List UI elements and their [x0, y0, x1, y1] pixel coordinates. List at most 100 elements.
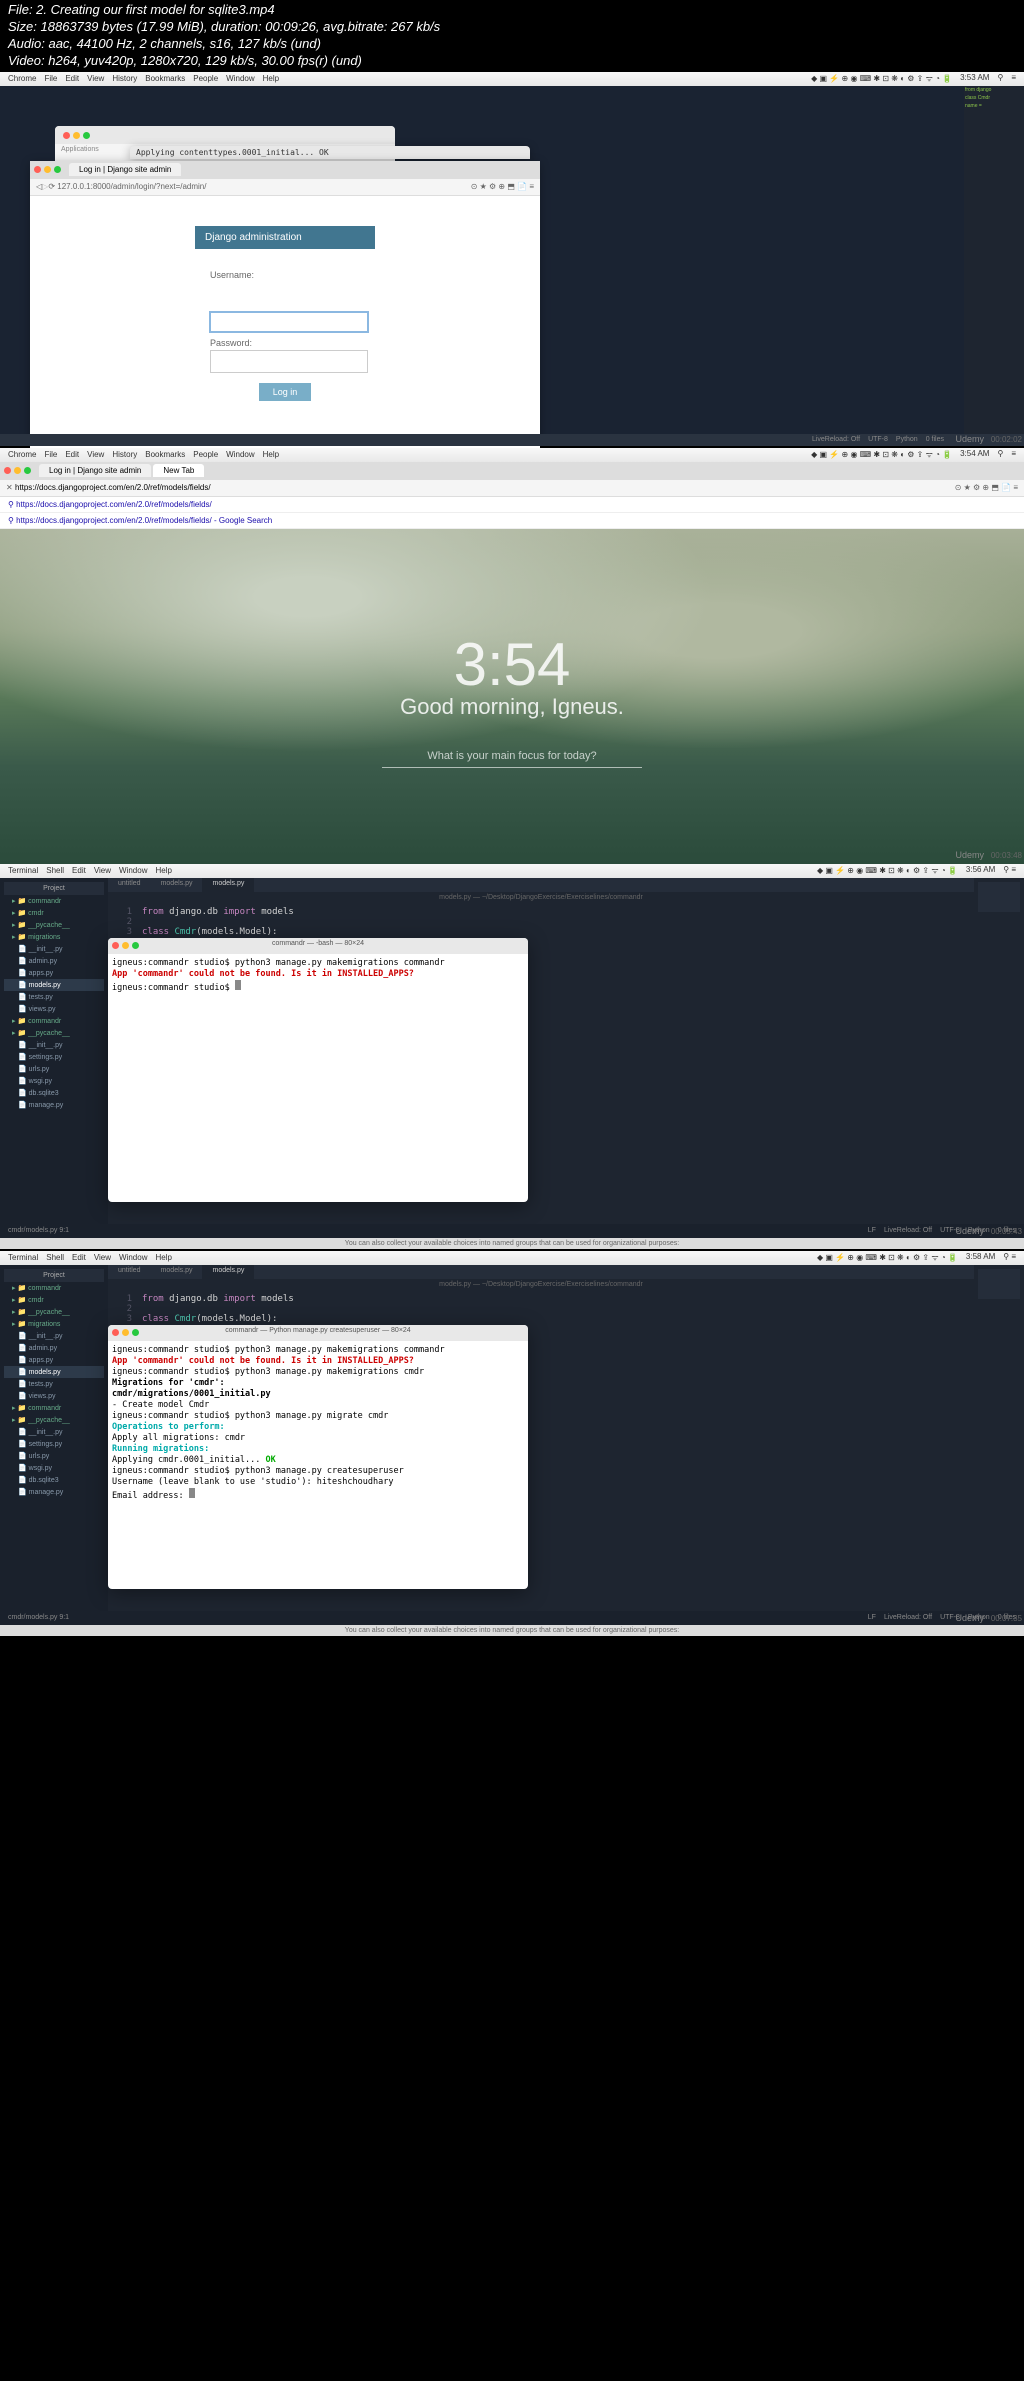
address-bar[interactable]: ◁ ▷ ⟳ 127.0.0.1:8000/admin/login/?next=/… [30, 179, 540, 196]
menu-view[interactable]: View [87, 74, 104, 83]
menu-icon[interactable]: ≡ [1011, 449, 1016, 460]
browser-window[interactable]: Log in | Django site admin ◁ ▷ ⟳ 127.0.0… [30, 161, 540, 441]
tree-item[interactable]: 📄 admin.py [4, 955, 104, 967]
tree-item[interactable]: ▸ 📁 __pycache__ [4, 1414, 104, 1426]
tree-item[interactable]: ▸ 📁 commandr [4, 1015, 104, 1027]
tree-item[interactable]: 📄 models.py [4, 1366, 104, 1378]
menu-window[interactable]: Window [119, 866, 147, 875]
editor-tab[interactable]: models.py [202, 1265, 254, 1279]
menu-chrome[interactable]: Chrome [8, 74, 36, 83]
editor-tab[interactable]: models.py [151, 1265, 203, 1279]
tree-item[interactable]: 📄 manage.py [4, 1099, 104, 1111]
tree-item[interactable]: ▸ 📁 cmdr [4, 907, 104, 919]
url-text[interactable]: 127.0.0.1:8000/admin/login/?next=/admin/ [57, 182, 206, 191]
browser-tab-2[interactable]: New Tab [153, 464, 204, 477]
menu-shell[interactable]: Shell [46, 866, 64, 875]
tree-item[interactable]: 📄 apps.py [4, 967, 104, 979]
minimize-icon[interactable] [44, 166, 51, 173]
search-icon[interactable]: ⚲ [997, 73, 1003, 84]
tree-item[interactable]: 📄 views.py [4, 1390, 104, 1402]
reload-icon[interactable]: ⟳ [48, 182, 55, 191]
menu-shell[interactable]: Shell [46, 1253, 64, 1262]
url-text[interactable]: https://docs.djangoproject.com/en/2.0/re… [15, 483, 211, 492]
close-icon[interactable] [34, 166, 41, 173]
tree-item[interactable]: ▸ 📁 commandr [4, 1402, 104, 1414]
menu-help[interactable]: Help [263, 450, 279, 459]
terminal-window[interactable]: commandr — Python manage.py createsuperu… [108, 1325, 528, 1589]
tree-item[interactable]: 📄 urls.py [4, 1450, 104, 1462]
address-bar[interactable]: ✕ https://docs.djangoproject.com/en/2.0/… [0, 480, 1024, 497]
password-input[interactable] [210, 350, 368, 373]
menu-help[interactable]: Help [155, 866, 171, 875]
menu-history[interactable]: History [112, 450, 137, 459]
tree-item[interactable]: 📄 __init__.py [4, 1039, 104, 1051]
tree-item[interactable]: ▸ 📁 migrations [4, 931, 104, 943]
login-button[interactable]: Log in [259, 383, 312, 401]
editor-tab[interactable]: models.py [151, 878, 203, 892]
menu-edit[interactable]: Edit [65, 450, 79, 459]
focus-input[interactable] [382, 767, 642, 768]
tree-item[interactable]: 📄 admin.py [4, 1342, 104, 1354]
tree-item[interactable]: ▸ 📁 cmdr [4, 1294, 104, 1306]
file-tree[interactable]: Project ▸ 📁 commandr▸ 📁 cmdr▸ 📁 __pycach… [0, 878, 108, 1238]
terminal-output[interactable]: igneus:commandr studio$ python3 manage.p… [108, 1341, 528, 1589]
tree-item[interactable]: ▸ 📁 __pycache__ [4, 919, 104, 931]
menu-file[interactable]: File [44, 450, 57, 459]
tree-item[interactable]: 📄 wsgi.py [4, 1462, 104, 1474]
editor-tab[interactable]: untitled [108, 1265, 151, 1279]
menu-view[interactable]: View [87, 450, 104, 459]
menu-terminal[interactable]: Terminal [8, 1253, 38, 1262]
menu-edit[interactable]: Edit [72, 1253, 86, 1262]
menu-people[interactable]: People [193, 450, 218, 459]
menu-edit[interactable]: Edit [65, 74, 79, 83]
editor-tab[interactable]: models.py [202, 878, 254, 892]
tree-item[interactable]: 📄 settings.py [4, 1438, 104, 1450]
minimap[interactable] [978, 1269, 1020, 1299]
menu-window[interactable]: Window [226, 450, 254, 459]
tree-item[interactable]: 📄 __init__.py [4, 943, 104, 955]
code-area[interactable]: 1from django.db import models 2 3class C… [108, 1290, 974, 1328]
menu-history[interactable]: History [112, 74, 137, 83]
menu-file[interactable]: File [44, 74, 57, 83]
menu-help[interactable]: Help [263, 74, 279, 83]
file-tree[interactable]: Project ▸ 📁 commandr▸ 📁 cmdr▸ 📁 __pycach… [0, 1265, 108, 1625]
tree-item[interactable]: ▸ 📁 __pycache__ [4, 1306, 104, 1318]
window-controls[interactable] [30, 162, 65, 177]
tree-item[interactable]: 📄 settings.py [4, 1051, 104, 1063]
code-area[interactable]: 1from django.db import models 2 3class C… [108, 903, 974, 941]
menu-terminal[interactable]: Terminal [8, 866, 38, 875]
tree-item[interactable]: 📄 urls.py [4, 1063, 104, 1075]
terminal-output[interactable]: igneus:commandr studio$ python3 manage.p… [108, 954, 528, 1202]
tree-item[interactable]: 📄 db.sqlite3 [4, 1087, 104, 1099]
tree-item[interactable]: 📄 __init__.py [4, 1330, 104, 1342]
search-icon[interactable]: ⚲ [997, 449, 1003, 460]
tree-item[interactable]: 📄 wsgi.py [4, 1075, 104, 1087]
tree-item[interactable]: 📄 tests.py [4, 991, 104, 1003]
tree-item[interactable]: 📄 __init__.py [4, 1426, 104, 1438]
url-suggestion-1[interactable]: ⚲ https://docs.djangoproject.com/en/2.0/… [0, 497, 1024, 513]
menu-window[interactable]: Window [226, 74, 254, 83]
tree-item[interactable]: ▸ 📁 migrations [4, 1318, 104, 1330]
menu-icon[interactable]: ≡ [1011, 73, 1016, 84]
editor-tabs[interactable]: untitledmodels.pymodels.py [108, 878, 974, 892]
tree-item[interactable]: ▸ 📁 commandr [4, 1282, 104, 1294]
menu-view[interactable]: View [94, 866, 111, 875]
tree-item[interactable]: 📄 models.py [4, 979, 104, 991]
extension-icons[interactable]: ⊙ ★ ⚙ ⊕ ⬒ 📄 ≡ [471, 182, 534, 191]
tree-item[interactable]: ▸ 📁 commandr [4, 895, 104, 907]
editor-tab[interactable]: untitled [108, 878, 151, 892]
menu-window[interactable]: Window [119, 1253, 147, 1262]
browser-tab-1[interactable]: Log in | Django site admin [39, 464, 151, 477]
menu-chrome[interactable]: Chrome [8, 450, 36, 459]
tree-item[interactable]: 📄 manage.py [4, 1486, 104, 1498]
menu-help[interactable]: Help [155, 1253, 171, 1262]
terminal-window[interactable]: commandr — -bash — 80×24 igneus:commandr… [108, 938, 528, 1202]
editor-tabs[interactable]: untitledmodels.pymodels.py [108, 1265, 974, 1279]
tree-item[interactable]: 📄 views.py [4, 1003, 104, 1015]
maximize-icon[interactable] [54, 166, 61, 173]
menu-view[interactable]: View [94, 1253, 111, 1262]
menu-bookmarks[interactable]: Bookmarks [145, 450, 185, 459]
menu-people[interactable]: People [193, 74, 218, 83]
tree-item[interactable]: 📄 db.sqlite3 [4, 1474, 104, 1486]
browser-tab[interactable]: Log in | Django site admin [69, 163, 181, 176]
